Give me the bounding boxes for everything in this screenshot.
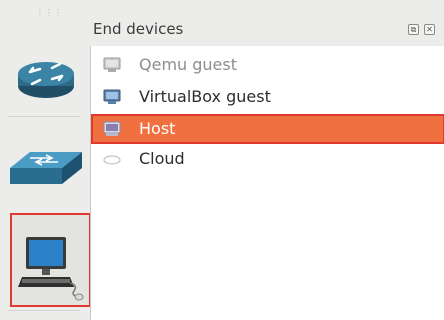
end-devices-category-button[interactable] — [0, 213, 90, 307]
panel-title: End devices — [93, 20, 184, 38]
list-item-cloud[interactable]: Cloud — [91, 144, 444, 174]
device-label: VirtualBox guest — [139, 87, 271, 106]
device-category-sidebar: ⋮⋮⋮ — [0, 0, 91, 320]
qemu-icon — [103, 57, 121, 72]
list-item-host[interactable]: Host — [91, 114, 444, 144]
router-category-button[interactable] — [0, 32, 90, 112]
separator — [8, 116, 80, 117]
switch-icon — [10, 152, 82, 184]
cloud-icon — [103, 155, 121, 165]
close-panel-button[interactable]: ✕ — [424, 24, 435, 35]
grip-handle[interactable]: ⋮⋮⋮ — [36, 9, 62, 17]
switch-category-button[interactable] — [0, 130, 90, 200]
separator — [8, 310, 80, 311]
device-label: Qemu guest — [139, 55, 237, 74]
list-item-virtualbox-guest[interactable]: VirtualBox guest — [91, 82, 444, 112]
device-label: Cloud — [139, 149, 185, 168]
float-panel-button[interactable]: ⧉ — [408, 24, 419, 35]
device-label: Host — [139, 119, 176, 138]
computer-icon — [18, 237, 84, 301]
host-icon — [103, 121, 121, 136]
list-item-qemu-guest[interactable]: Qemu guest — [91, 50, 444, 80]
router-icon — [18, 62, 74, 98]
virtualbox-icon — [103, 89, 121, 104]
end-devices-panel: End devices ⧉ ✕ Qemu guest VirtualBox gu… — [90, 0, 444, 320]
device-list: Qemu guest VirtualBox guest Host Cloud — [90, 46, 444, 320]
